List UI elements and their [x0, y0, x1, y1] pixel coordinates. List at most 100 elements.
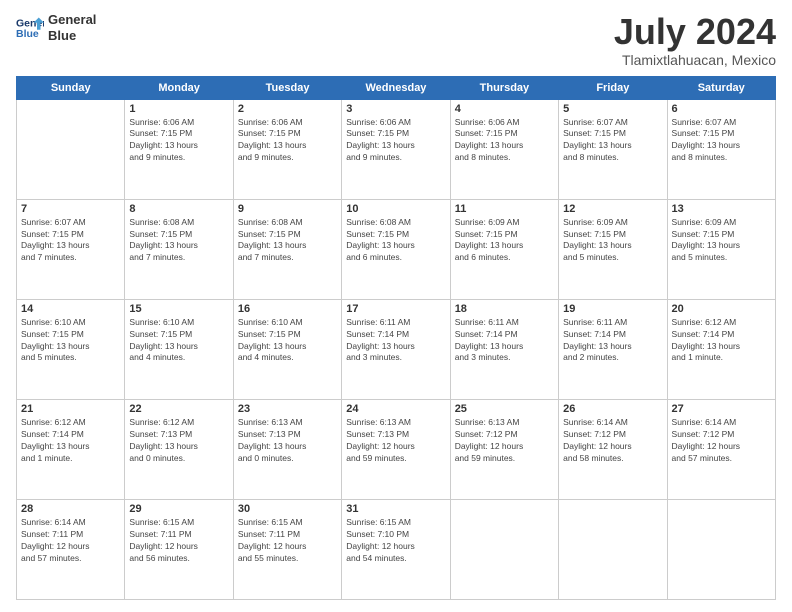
day-number: 24	[346, 403, 445, 415]
day-info: Sunrise: 6:14 AMSunset: 7:12 PMDaylight:…	[672, 417, 771, 465]
table-row: 18 Sunrise: 6:11 AMSunset: 7:14 PMDayligh…	[450, 299, 558, 399]
location-title: Tlamixtlahuacan, Mexico	[614, 52, 776, 68]
day-number: 12	[563, 203, 662, 215]
table-row: 2 Sunrise: 6:06 AMSunset: 7:15 PMDaylight…	[233, 99, 341, 199]
day-number: 17	[346, 303, 445, 315]
calendar-week-row: 1 Sunrise: 6:06 AMSunset: 7:15 PMDaylight…	[17, 99, 776, 199]
day-info: Sunrise: 6:07 AMSunset: 7:15 PMDaylight:…	[672, 117, 771, 165]
day-number: 23	[238, 403, 337, 415]
calendar-week-row: 21 Sunrise: 6:12 AMSunset: 7:14 PMDayligh…	[17, 399, 776, 499]
col-wednesday: Wednesday	[342, 76, 450, 99]
table-row: 12 Sunrise: 6:09 AMSunset: 7:15 PMDayligh…	[559, 199, 667, 299]
table-row: 13Sunrise: 6:09 AMSunset: 7:15 PMDayligh…	[667, 199, 775, 299]
table-row: 7 Sunrise: 6:07 AMSunset: 7:15 PMDaylight…	[17, 199, 125, 299]
day-info: Sunrise: 6:14 AMSunset: 7:11 PMDaylight:…	[21, 517, 120, 565]
day-info: Sunrise: 6:13 AMSunset: 7:12 PMDaylight:…	[455, 417, 554, 465]
day-number: 7	[21, 203, 120, 215]
table-row: 29Sunrise: 6:15 AMSunset: 7:11 PMDayligh…	[125, 499, 233, 599]
table-row	[559, 499, 667, 599]
calendar-week-row: 14Sunrise: 6:10 AMSunset: 7:15 PMDayligh…	[17, 299, 776, 399]
day-info: Sunrise: 6:06 AMSunset: 7:15 PMDaylight:…	[455, 117, 554, 165]
table-row: 5Sunrise: 6:07 AMSunset: 7:15 PMDaylight…	[559, 99, 667, 199]
table-row: 25 Sunrise: 6:13 AMSunset: 7:12 PMDayligh…	[450, 399, 558, 499]
header: General Blue General Blue July 2024 Tlam…	[16, 12, 776, 68]
day-info: Sunrise: 6:11 AMSunset: 7:14 PMDaylight:…	[455, 317, 554, 365]
day-number: 1	[129, 103, 228, 115]
day-info: Sunrise: 6:12 AMSunset: 7:14 PMDaylight:…	[21, 417, 120, 465]
title-block: July 2024 Tlamixtlahuacan, Mexico	[614, 12, 776, 68]
day-info: Sunrise: 6:09 AMSunset: 7:15 PMDaylight:…	[563, 217, 662, 265]
day-info: Sunrise: 6:08 AMSunset: 7:15 PMDaylight:…	[238, 217, 337, 265]
table-row: 23 Sunrise: 6:13 AMSunset: 7:13 PMDayligh…	[233, 399, 341, 499]
day-number: 15	[129, 303, 228, 315]
table-row: 31Sunrise: 6:15 AMSunset: 7:10 PMDayligh…	[342, 499, 450, 599]
calendar-week-row: 7 Sunrise: 6:07 AMSunset: 7:15 PMDaylight…	[17, 199, 776, 299]
day-number: 8	[129, 203, 228, 215]
table-row: 14Sunrise: 6:10 AMSunset: 7:15 PMDayligh…	[17, 299, 125, 399]
calendar-week-row: 28 Sunrise: 6:14 AMSunset: 7:11 PMDayligh…	[17, 499, 776, 599]
logo: General Blue General Blue	[16, 12, 96, 43]
day-info: Sunrise: 6:07 AMSunset: 7:15 PMDaylight:…	[21, 217, 120, 265]
table-row: 20Sunrise: 6:12 AMSunset: 7:14 PMDayligh…	[667, 299, 775, 399]
day-number: 27	[672, 403, 771, 415]
col-sunday: Sunday	[17, 76, 125, 99]
calendar-table: Sunday Monday Tuesday Wednesday Thursday…	[16, 76, 776, 600]
table-row: 24 Sunrise: 6:13 AMSunset: 7:13 PMDayligh…	[342, 399, 450, 499]
day-number: 28	[21, 503, 120, 515]
day-info: Sunrise: 6:09 AMSunset: 7:15 PMDaylight:…	[672, 217, 771, 265]
col-tuesday: Tuesday	[233, 76, 341, 99]
day-info: Sunrise: 6:06 AMSunset: 7:15 PMDaylight:…	[129, 117, 228, 165]
table-row: 26 Sunrise: 6:14 AMSunset: 7:12 PMDayligh…	[559, 399, 667, 499]
day-number: 2	[238, 103, 337, 115]
day-info: Sunrise: 6:08 AMSunset: 7:15 PMDaylight:…	[346, 217, 445, 265]
day-info: Sunrise: 6:11 AMSunset: 7:14 PMDaylight:…	[346, 317, 445, 365]
table-row	[17, 99, 125, 199]
day-info: Sunrise: 6:13 AMSunset: 7:13 PMDaylight:…	[346, 417, 445, 465]
day-info: Sunrise: 6:08 AMSunset: 7:15 PMDaylight:…	[129, 217, 228, 265]
table-row: 17 Sunrise: 6:11 AMSunset: 7:14 PMDayligh…	[342, 299, 450, 399]
day-number: 25	[455, 403, 554, 415]
table-row: 11 Sunrise: 6:09 AMSunset: 7:15 PMDayligh…	[450, 199, 558, 299]
month-title: July 2024	[614, 12, 776, 52]
day-number: 29	[129, 503, 228, 515]
table-row: 16Sunrise: 6:10 AMSunset: 7:15 PMDayligh…	[233, 299, 341, 399]
table-row: 15 Sunrise: 6:10 AMSunset: 7:15 PMDayligh…	[125, 299, 233, 399]
day-number: 6	[672, 103, 771, 115]
table-row: 27 Sunrise: 6:14 AMSunset: 7:12 PMDayligh…	[667, 399, 775, 499]
day-number: 5	[563, 103, 662, 115]
table-row: 9 Sunrise: 6:08 AMSunset: 7:15 PMDaylight…	[233, 199, 341, 299]
day-info: Sunrise: 6:13 AMSunset: 7:13 PMDaylight:…	[238, 417, 337, 465]
day-info: Sunrise: 6:15 AMSunset: 7:10 PMDaylight:…	[346, 517, 445, 565]
table-row: 21 Sunrise: 6:12 AMSunset: 7:14 PMDayligh…	[17, 399, 125, 499]
day-number: 18	[455, 303, 554, 315]
day-info: Sunrise: 6:12 AMSunset: 7:13 PMDaylight:…	[129, 417, 228, 465]
col-thursday: Thursday	[450, 76, 558, 99]
logo-text: General Blue	[48, 12, 96, 43]
day-number: 21	[21, 403, 120, 415]
day-info: Sunrise: 6:06 AMSunset: 7:15 PMDaylight:…	[238, 117, 337, 165]
day-number: 22	[129, 403, 228, 415]
table-row: 1 Sunrise: 6:06 AMSunset: 7:15 PMDaylight…	[125, 99, 233, 199]
day-info: Sunrise: 6:10 AMSunset: 7:15 PMDaylight:…	[21, 317, 120, 365]
table-row	[450, 499, 558, 599]
day-info: Sunrise: 6:15 AMSunset: 7:11 PMDaylight:…	[238, 517, 337, 565]
day-number: 19	[563, 303, 662, 315]
table-row: 6 Sunrise: 6:07 AMSunset: 7:15 PMDaylight…	[667, 99, 775, 199]
day-info: Sunrise: 6:10 AMSunset: 7:15 PMDaylight:…	[129, 317, 228, 365]
day-info: Sunrise: 6:14 AMSunset: 7:12 PMDaylight:…	[563, 417, 662, 465]
logo-line1: General	[48, 12, 96, 28]
col-saturday: Saturday	[667, 76, 775, 99]
logo-line2: Blue	[48, 28, 96, 44]
logo-icon: General Blue	[16, 14, 44, 42]
table-row: 10Sunrise: 6:08 AMSunset: 7:15 PMDayligh…	[342, 199, 450, 299]
day-number: 9	[238, 203, 337, 215]
table-row: 22 Sunrise: 6:12 AMSunset: 7:13 PMDayligh…	[125, 399, 233, 499]
day-info: Sunrise: 6:06 AMSunset: 7:15 PMDaylight:…	[346, 117, 445, 165]
day-number: 26	[563, 403, 662, 415]
table-row: 4Sunrise: 6:06 AMSunset: 7:15 PMDaylight…	[450, 99, 558, 199]
table-row: 8 Sunrise: 6:08 AMSunset: 7:15 PMDaylight…	[125, 199, 233, 299]
day-info: Sunrise: 6:09 AMSunset: 7:15 PMDaylight:…	[455, 217, 554, 265]
day-info: Sunrise: 6:12 AMSunset: 7:14 PMDaylight:…	[672, 317, 771, 365]
table-row: 28 Sunrise: 6:14 AMSunset: 7:11 PMDayligh…	[17, 499, 125, 599]
day-number: 11	[455, 203, 554, 215]
